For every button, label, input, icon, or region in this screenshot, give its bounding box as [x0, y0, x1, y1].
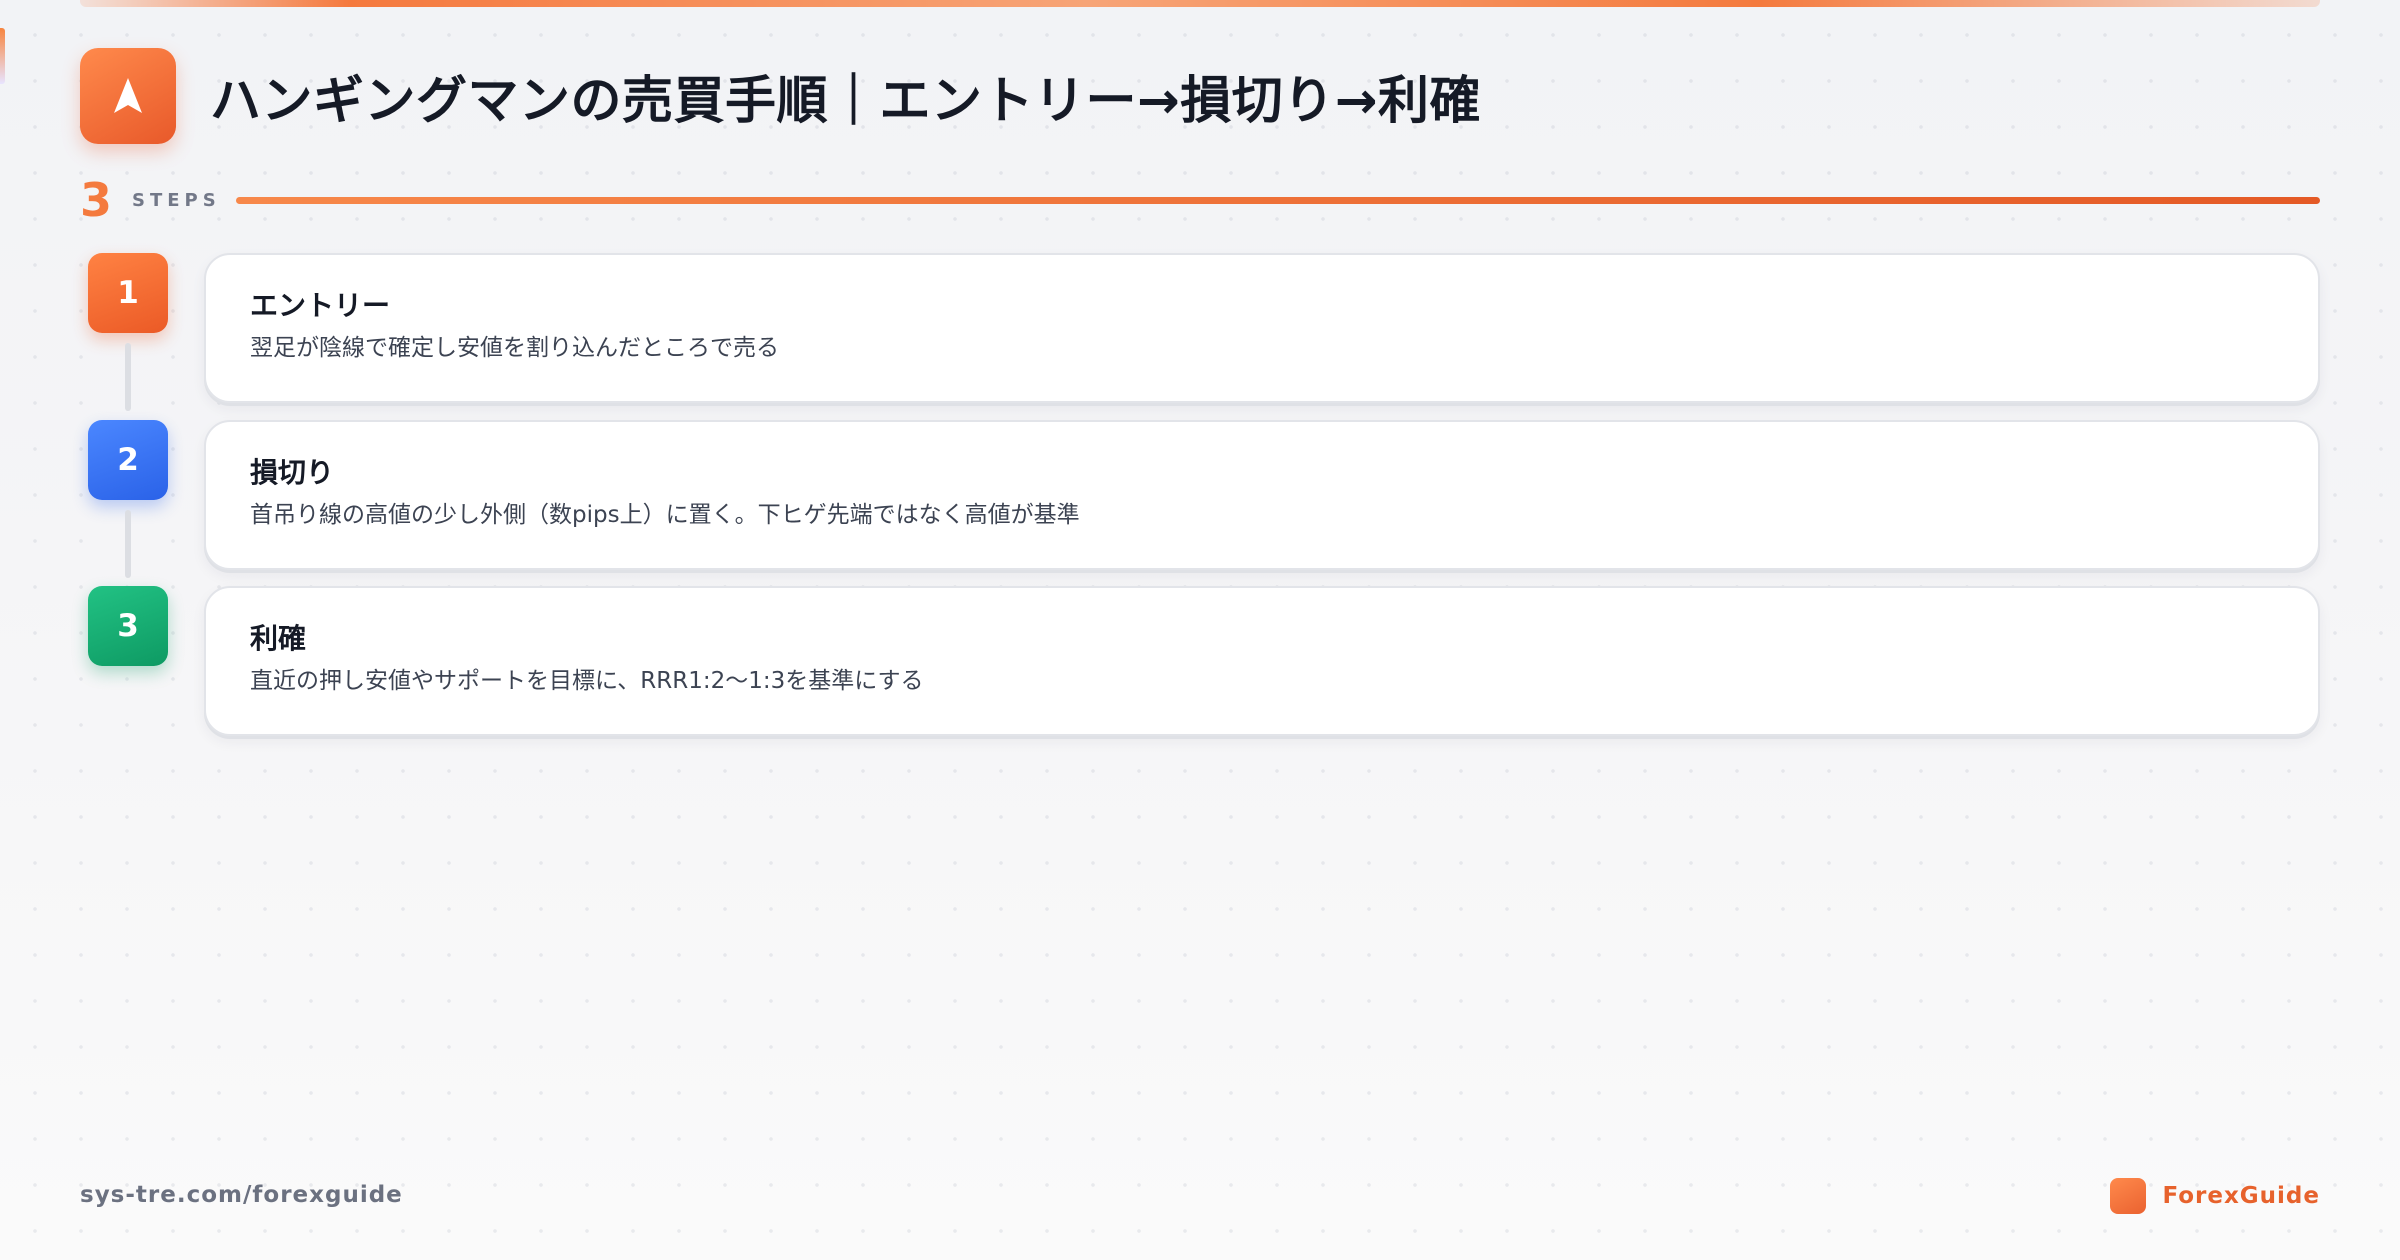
step-take-profit: 3 利確 直近の押し安値やサポートを目標に、RRR1:2〜1:3を基準にする: [88, 586, 2320, 736]
step-number-badge: 3: [88, 586, 168, 666]
page-title: ハンギングマンの売買手順｜エントリー→損切り→利確: [210, 72, 1481, 131]
step-connector: [125, 343, 131, 411]
footer-brand: ForexGuide: [2110, 1178, 2320, 1214]
steps-divider-line: [236, 196, 2320, 204]
step-card: 損切り 首吊り線の高値の少し外側（数pips上）に置く。下ヒゲ先端ではなく高値が…: [204, 420, 2320, 570]
step-title: エントリー: [250, 289, 391, 322]
step-entry: 1 エントリー 翌足が陰線で確定し安値を割り込んだところで売る: [88, 253, 2320, 411]
brand-name: ForexGuide: [2162, 1183, 2320, 1209]
steps-count: 3: [80, 173, 113, 227]
step-title: 利確: [250, 622, 307, 655]
side-accent-bar: [0, 28, 5, 84]
step-description: 翌足が陰線で確定し安値を割り込んだところで売る: [250, 335, 779, 361]
steps-label: STEPS: [132, 189, 221, 211]
top-accent-bar: [80, 0, 2320, 7]
step-connector: [125, 510, 131, 578]
navigation-arrow-icon: [80, 48, 176, 144]
step-description: 首吊り線の高値の少し外側（数pips上）に置く。下ヒゲ先端ではなく高値が基準: [250, 502, 1080, 528]
step-description: 直近の押し安値やサポートを目標に、RRR1:2〜1:3を基準にする: [250, 668, 924, 694]
step-title: 損切り: [250, 456, 335, 489]
step-stop-loss: 2 損切り 首吊り線の高値の少し外側（数pips上）に置く。下ヒゲ先端ではなく高…: [88, 420, 2320, 578]
footer-url: sys-tre.com/forexguide: [80, 1182, 403, 1208]
page-header: ハンギングマンの売買手順｜エントリー→損切り→利確: [80, 48, 1481, 144]
brand-logo-icon: [2110, 1178, 2147, 1214]
step-number-badge: 2: [88, 420, 168, 500]
step-card: エントリー 翌足が陰線で確定し安値を割り込んだところで売る: [204, 253, 2320, 403]
steps-header: 3 STEPS: [80, 172, 2320, 228]
step-card: 利確 直近の押し安値やサポートを目標に、RRR1:2〜1:3を基準にする: [204, 586, 2320, 736]
step-number-badge: 1: [88, 253, 168, 333]
